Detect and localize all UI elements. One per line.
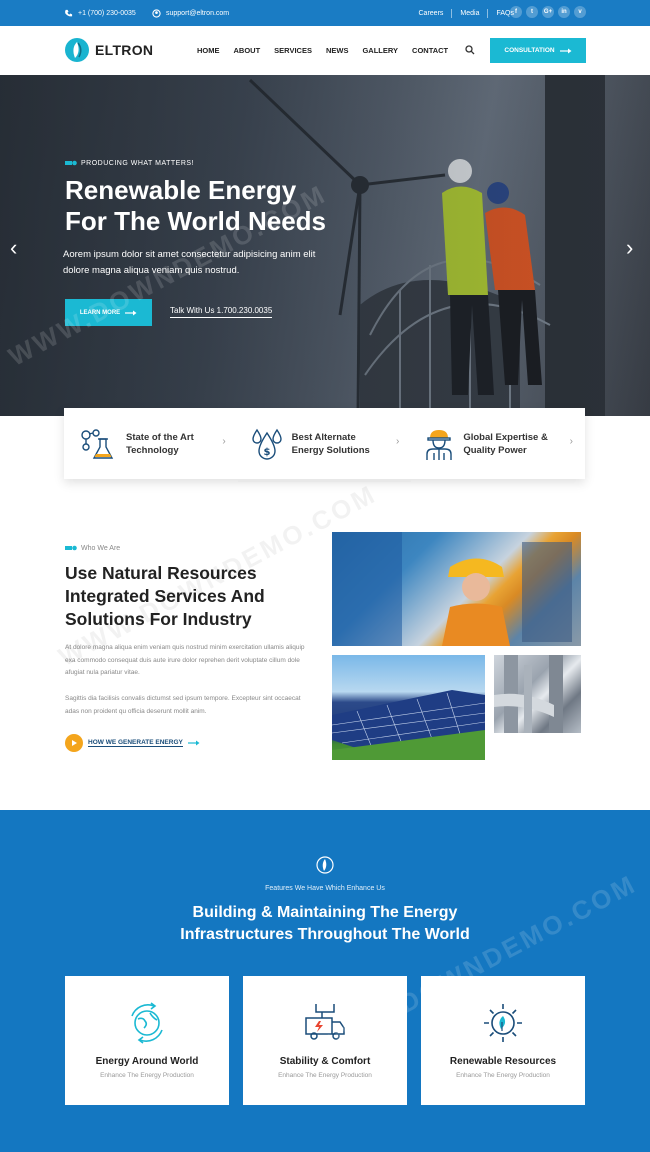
google-plus-icon[interactable]: G+ <box>542 6 554 18</box>
slider-next-arrow[interactable]: › <box>626 235 633 261</box>
feature-energy-line2: Energy Solutions <box>291 444 370 456</box>
electric-truck-icon <box>305 1004 345 1040</box>
globe-cycle-icon <box>131 1002 163 1044</box>
media-link[interactable]: Media <box>452 8 489 18</box>
energy-mark-icon <box>65 160 77 166</box>
who-paragraph-2: Sagittis dia facilisis convalis dictumst… <box>65 695 301 715</box>
hero-overlay <box>0 75 650 416</box>
service-card-title: Stability & Comfort <box>279 1056 371 1067</box>
feature-technology-line1: State of the Art <box>126 431 194 443</box>
hero-subtitle: Aorem ipsum dolor sit amet consectetur a… <box>63 249 316 276</box>
chevron-right-icon: › <box>396 436 400 447</box>
search-icon[interactable] <box>464 44 476 56</box>
services-title: Building & Maintaining The Energy Infras… <box>0 902 650 946</box>
hero-slider: PRODUCING WHAT MATTERS! Renewable Energy… <box>0 75 650 416</box>
linkedin-icon[interactable]: in <box>558 6 570 18</box>
gear-leaf-icon <box>484 1004 522 1042</box>
hero-eyebrow-text: PRODUCING WHAT MATTERS! <box>81 159 194 167</box>
service-card-stability[interactable]: Stability & Comfort Enhance The Energy P… <box>243 976 407 1105</box>
feature-energy-line1: Best Alternate <box>291 431 356 443</box>
main-header: ELTRON HOME ABOUT SERVICES NEWS GALLERY … <box>0 26 650 75</box>
social-links: f t G+ in v <box>510 6 586 18</box>
chevron-right-icon: › <box>569 436 574 447</box>
service-card-renewable[interactable]: Renewable Resources Enhance The Energy P… <box>421 976 585 1105</box>
service-card-subtitle: Enhance The Energy Production <box>100 1072 194 1079</box>
nav-home[interactable]: HOME <box>190 46 227 55</box>
arrow-right-icon <box>187 740 200 746</box>
nav-gallery[interactable]: GALLERY <box>355 46 405 55</box>
feature-global-line2: Quality Power <box>463 444 527 456</box>
top-bar: +1 (700) 230-0035 support@eltron.com Car… <box>0 0 650 26</box>
logo[interactable]: ELTRON <box>65 38 153 62</box>
chevron-right-icon: › <box>222 436 226 447</box>
who-title: Use Natural Resources Integrated Service… <box>65 563 265 629</box>
learn-more-label: LEARN MORE <box>79 309 121 316</box>
consultation-button[interactable]: CONSULTATION <box>490 38 586 63</box>
engineer-photo <box>332 532 581 646</box>
leaf-logo-icon <box>316 856 334 874</box>
who-eyebrow-text: Who We Are <box>81 544 121 552</box>
service-card-energy[interactable]: Energy Around World Enhance The Energy P… <box>65 976 229 1105</box>
hero-title-line1: Renewable Energy <box>65 175 297 205</box>
service-card-title: Energy Around World <box>95 1056 199 1067</box>
industrial-pipes-photo <box>494 655 581 733</box>
twitter-icon[interactable]: t <box>526 6 538 18</box>
feature-global-line1: Global Expertise & <box>463 431 548 443</box>
feature-energy-text: Best Alternate Energy Solutions <box>292 431 370 457</box>
services-eyebrow: Features We Have Which Enhance Us <box>265 885 385 892</box>
play-icon <box>65 734 83 752</box>
feature-global-text: Global Expertise & Quality Power <box>463 431 547 457</box>
feature-strip: State of the Art Technology › $ Best Alt… <box>64 408 585 482</box>
nav-contact[interactable]: CONTACT <box>405 46 455 55</box>
services-section: Features We Have Which Enhance Us Buildi… <box>0 810 650 1152</box>
water-drops-dollar-icon: $ <box>251 428 282 460</box>
slider-prev-arrow[interactable]: ‹ <box>10 235 17 261</box>
service-card-title: Renewable Resources <box>449 1056 557 1067</box>
who-paragraph-1: At dolore magna aliqua enim veniam quis … <box>65 644 305 676</box>
molecule-flask-icon <box>81 428 114 459</box>
how-we-generate-link[interactable]: HOW WE GENERATE ENERGY <box>65 734 200 752</box>
arrow-right-icon <box>559 48 572 53</box>
hero-title-line2: For The World Needs <box>65 206 326 236</box>
nav-about[interactable]: ABOUT <box>227 46 268 55</box>
email-address: support@eltron.com <box>166 9 230 17</box>
feature-technology[interactable]: State of the Art Technology › <box>64 408 238 479</box>
phone-contact[interactable]: +1 (700) 230-0035 <box>64 0 136 26</box>
arrow-right-icon <box>125 310 137 315</box>
brand-name: ELTRON <box>95 42 154 58</box>
phone-icon <box>65 9 73 16</box>
phone-number: +1 (700) 230-0035 <box>78 9 136 17</box>
services-title-line1: Building & Maintaining The Energy <box>192 904 458 921</box>
feature-global-expertise[interactable]: Global Expertise & Quality Power › <box>411 408 585 479</box>
nav-news[interactable]: NEWS <box>319 46 356 55</box>
how-we-generate-label: HOW WE GENERATE ENERGY <box>88 739 183 747</box>
facebook-icon[interactable]: f <box>510 6 522 18</box>
services-title-line2: Infrastructures Throughout The World <box>180 926 470 943</box>
hero-eyebrow: PRODUCING WHAT MATTERS! <box>65 159 194 167</box>
email-contact[interactable]: support@eltron.com <box>152 0 229 26</box>
learn-more-button[interactable]: LEARN MORE <box>65 299 152 326</box>
hero-title: Renewable Energy For The World Needs <box>65 175 395 237</box>
feature-technology-line2: Technology <box>126 444 179 456</box>
feature-energy-solutions[interactable]: $ Best Alternate Energy Solutions › <box>237 408 412 482</box>
service-card-subtitle: Enhance The Energy Production <box>456 1072 550 1079</box>
engineer-icon <box>426 429 453 460</box>
top-links: Careers Media FAQs <box>411 0 523 26</box>
nav-services[interactable]: SERVICES <box>267 46 319 55</box>
consultation-label: CONSULTATION <box>504 47 555 54</box>
solar-panels-photo <box>332 655 485 760</box>
careers-link[interactable]: Careers <box>411 8 453 18</box>
leaf-logo-icon <box>65 38 89 62</box>
user-icon <box>152 8 161 18</box>
who-eyebrow: Who We Are <box>65 544 120 552</box>
feature-technology-text: State of the Art Technology <box>126 431 194 457</box>
svg-text:$: $ <box>263 447 270 458</box>
talk-with-us-link[interactable]: Talk With Us 1.700.230.0035 <box>170 306 273 318</box>
vimeo-icon[interactable]: v <box>574 6 586 18</box>
energy-mark-icon <box>65 545 77 551</box>
service-card-subtitle: Enhance The Energy Production <box>278 1072 372 1079</box>
main-nav: HOME ABOUT SERVICES NEWS GALLERY CONTACT <box>190 26 455 75</box>
